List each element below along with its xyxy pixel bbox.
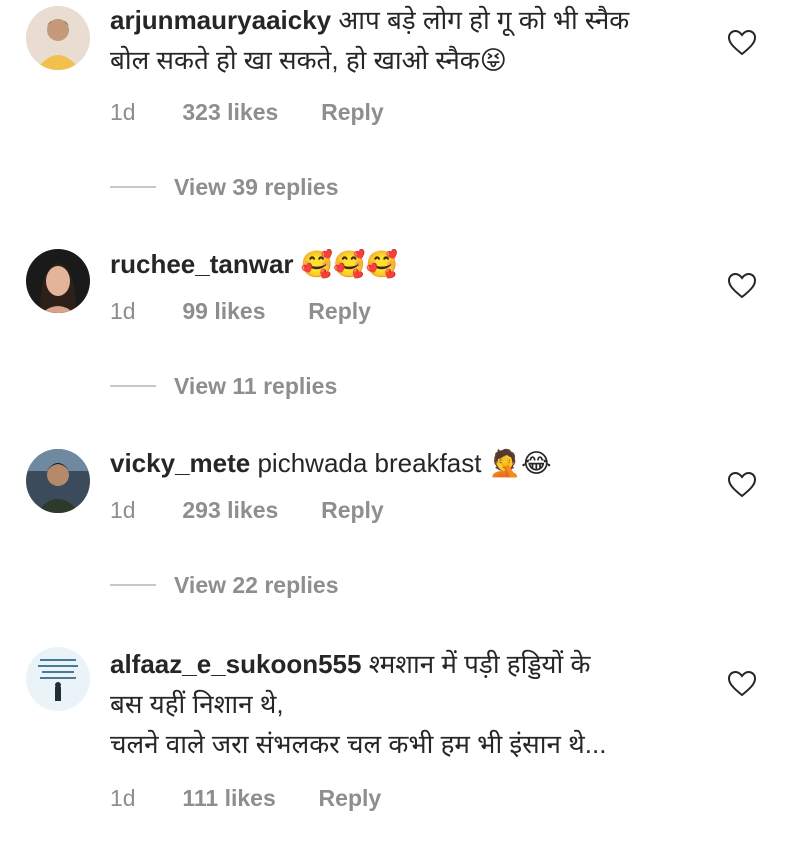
heart-outline-icon[interactable] [727,471,757,498]
comment-time: 1d [110,497,136,523]
like-count[interactable]: 323 likes [182,99,278,126]
comment-body-line2: बोल सकते हो खा सकते, हो खाओ स्नैक😝 [110,45,507,75]
comment-text: vicky_mete pichwada breakfast 🤦😂 [110,443,710,483]
reply-button[interactable]: Reply [319,785,382,812]
username[interactable]: vicky_mete [110,448,250,478]
comment-meta: 1d 293 likes Reply [110,497,384,524]
divider-line [110,384,156,387]
like-count[interactable]: 99 likes [182,298,265,325]
reply-button[interactable]: Reply [321,497,384,524]
avatar[interactable] [26,647,90,711]
view-replies-label: View 39 replies [174,174,339,200]
view-replies-label: View 11 replies [174,373,338,399]
comment-body: pichwada breakfast 🤦😂 [257,448,552,478]
heart-outline-icon[interactable] [727,272,757,299]
reply-button[interactable]: Reply [308,298,371,325]
view-replies-button[interactable]: View 22 replies [110,572,339,599]
view-replies-button[interactable]: View 39 replies [110,174,339,201]
heart-outline-icon[interactable] [727,29,757,56]
divider-line [110,185,156,188]
comment-time: 1d [110,785,136,811]
username[interactable]: alfaaz_e_sukoon555 [110,649,361,679]
comment-text: alfaaz_e_sukoon555 श्मशान में पड़ी हड्डि… [110,644,710,764]
heart-outline-icon[interactable] [727,670,757,697]
view-replies-button[interactable]: View 11 replies [110,373,337,400]
comment-body-line3: चलने वाले जरा संभलकर चल कभी हम भी इंसान … [110,729,607,759]
comment-body: श्मशान में पड़ी हड्डियों के [368,649,591,679]
comment-meta: 1d 99 likes Reply [110,298,371,325]
avatar[interactable] [26,249,90,313]
comment-time: 1d [110,298,136,324]
avatar[interactable] [26,6,90,70]
comment-meta: 1d 323 likes Reply [110,99,384,126]
like-count[interactable]: 111 likes [182,785,275,812]
comment-time: 1d [110,99,136,125]
comment-text: arjunmauryaaicky आप बड़े लोग हो गू को भी… [110,0,710,80]
view-replies-label: View 22 replies [174,572,339,598]
username[interactable]: ruchee_tanwar [110,249,294,279]
comment-text: ruchee_tanwar 🥰🥰🥰 [110,244,710,284]
avatar[interactable] [26,449,90,513]
comment-body: आप बड़े लोग हो गू को भी स्नैक [338,5,630,35]
divider-line [110,583,156,586]
username[interactable]: arjunmauryaaicky [110,5,331,35]
reply-button[interactable]: Reply [321,99,384,126]
comment-body: 🥰🥰🥰 [300,249,398,279]
like-count[interactable]: 293 likes [182,497,278,524]
comment-meta: 1d 111 likes Reply [110,785,381,812]
comment-body-line2: बस यहीं निशान थे, [110,689,284,719]
